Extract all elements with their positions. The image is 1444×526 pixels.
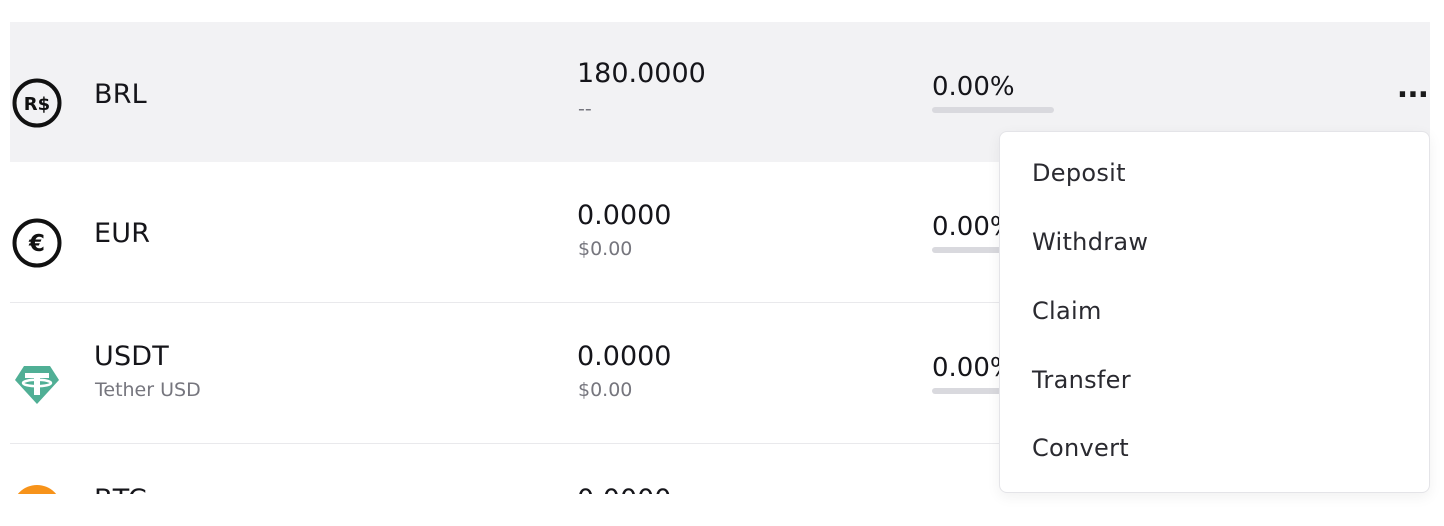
asset-amount: 0.0000 [577,341,672,372]
asset-percent: 0.00% [932,72,1015,102]
brl-icon: R$ [11,77,63,129]
euro-icon: € [11,217,63,269]
asset-amount: 0.0000 [577,200,672,231]
asset-fiat-value: -- [578,98,592,120]
svg-text:€: € [28,231,45,257]
allocation-bar [932,107,1054,113]
asset-code: EUR [94,218,151,249]
menu-item-claim[interactable]: Claim [1032,297,1102,325]
menu-item-convert[interactable]: Convert [1032,434,1129,462]
svg-text:R$: R$ [24,94,50,115]
more-options-button[interactable]: ... [1397,70,1429,105]
asset-subtitle: Tether USD [95,379,201,401]
tether-icon [11,358,63,410]
asset-amount: 180.0000 [577,58,706,89]
asset-fiat-value: $0.00 [578,238,633,260]
list-clip [0,494,1444,526]
menu-item-transfer[interactable]: Transfer [1032,366,1131,394]
menu-item-deposit[interactable]: Deposit [1032,159,1126,187]
menu-item-withdraw[interactable]: Withdraw [1032,228,1148,256]
asset-code: BRL [94,79,147,110]
asset-fiat-value: $0.00 [578,379,633,401]
asset-code: USDT [94,341,169,372]
asset-actions-menu: Deposit Withdraw Claim Transfer Convert [999,131,1430,493]
